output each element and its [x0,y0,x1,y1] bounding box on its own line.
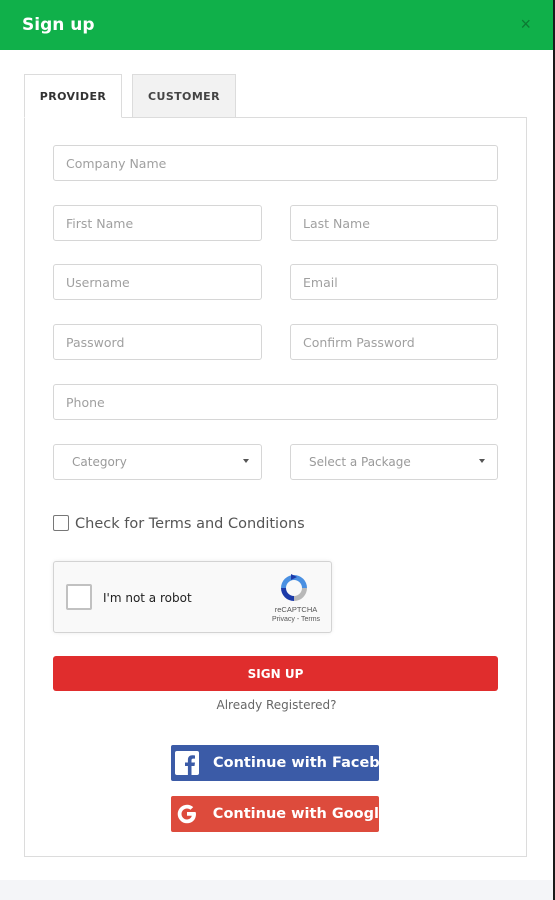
recaptcha-brand: reCAPTCHA [274,605,318,614]
email-field[interactable] [290,264,498,300]
phone-field[interactable] [53,384,498,420]
confirm-password-input[interactable] [291,325,497,359]
facebook-icon [175,745,199,781]
category-select[interactable]: Category [53,444,262,480]
modal-footer [0,880,553,900]
username-input[interactable] [54,265,261,299]
last-name-input[interactable] [291,206,497,240]
password-input[interactable] [54,325,261,359]
username-field[interactable] [53,264,262,300]
facebook-button[interactable]: Continue with Faceb [171,745,379,781]
recaptcha-widget: I'm not a robot reCAPTCHA Privacy - Term… [53,561,332,633]
terms-checkbox[interactable] [53,514,69,531]
google-button[interactable]: Continue with Googl [171,796,379,832]
chevron-down-icon [243,459,249,463]
last-name-field[interactable] [290,205,498,241]
recaptcha-checkbox[interactable] [66,584,92,610]
phone-input[interactable] [54,385,497,419]
modal-header: Sign up × [0,0,553,50]
recaptcha-label: I'm not a robot [103,591,192,605]
signup-button[interactable]: SIGN UP [53,656,498,691]
package-select-value: Select a Package [309,455,411,469]
close-icon[interactable]: × [520,14,531,35]
tab-customer[interactable]: CUSTOMER [132,74,236,118]
first-name-input[interactable] [54,206,261,240]
google-icon [175,796,199,832]
signup-modal: Sign up × PROVIDER CUSTOMER Category Sel… [0,0,553,900]
recaptcha-links[interactable]: Privacy - Terms [262,616,330,623]
tab-bar: PROVIDER CUSTOMER [24,74,236,118]
email-input[interactable] [291,265,497,299]
already-registered-link[interactable]: Already Registered? [0,698,553,712]
recaptcha-icon [281,574,307,601]
category-select-value: Category [72,455,127,469]
confirm-password-field[interactable] [290,324,498,360]
first-name-field[interactable] [53,205,262,241]
chevron-down-icon [479,459,485,463]
company-name-field[interactable] [53,145,498,181]
facebook-button-label: Continue with Faceb [213,755,379,771]
tab-provider[interactable]: PROVIDER [24,74,122,118]
password-field[interactable] [53,324,262,360]
google-button-label: Continue with Googl [212,806,379,822]
modal-title: Sign up [22,15,95,35]
terms-label: Check for Terms and Conditions [75,516,305,532]
terms-row: Check for Terms and Conditions [53,513,305,532]
company-name-input[interactable] [54,146,497,180]
package-select[interactable]: Select a Package [290,444,498,480]
